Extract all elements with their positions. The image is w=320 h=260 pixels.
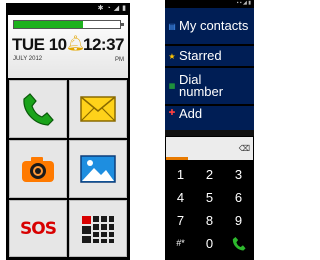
dialer-status-bar xyxy=(165,130,254,136)
menu-item-my-contacts[interactable]: ▤ My contacts xyxy=(165,8,254,44)
call-button[interactable] xyxy=(225,232,252,254)
call-icon xyxy=(232,236,246,250)
wifi-icon: ◔ xyxy=(106,5,111,12)
menu-item-add[interactable]: ✚ Add xyxy=(165,106,254,130)
dial-field-accent xyxy=(166,157,188,160)
date-text: TUE 10 xyxy=(12,35,67,54)
dial-key-8[interactable]: 8 xyxy=(196,209,223,231)
menu-status-bar: ▪ ▪ ◢ ▮ xyxy=(236,0,251,6)
menu-item-label: Add xyxy=(179,106,203,121)
dial-key-9[interactable]: 9 xyxy=(225,209,252,231)
camera-icon xyxy=(22,157,54,182)
backspace-icon[interactable]: ⌫ xyxy=(239,145,250,153)
dial-key-7[interactable]: 7 xyxy=(167,209,194,231)
clock-widget[interactable]: TUE 10 🔔︎ 12:37 JULY 2012 PM xyxy=(8,15,128,78)
battery-level-bar xyxy=(13,20,124,29)
bluetooth-icon: ✱ xyxy=(97,5,104,12)
camera-tile[interactable] xyxy=(9,140,67,198)
all-apps-tile[interactable] xyxy=(69,200,127,257)
dialpad-icon: ▦ xyxy=(168,83,176,90)
dial-key-1[interactable]: 1 xyxy=(167,163,194,185)
menu-item-label: Dial number xyxy=(179,72,224,99)
apps-grid-icon xyxy=(82,215,114,243)
menu-item-dial-number[interactable]: ▦ Dial number xyxy=(165,68,254,104)
battery-fill xyxy=(14,21,83,28)
phone-tile[interactable] xyxy=(9,80,67,138)
sos-tile[interactable]: SOS xyxy=(9,200,67,257)
menu-item-label: My contacts xyxy=(179,18,249,33)
gallery-tile[interactable] xyxy=(69,140,127,198)
envelope-icon xyxy=(80,96,116,122)
month-year-text: JULY 2012 xyxy=(13,56,43,62)
dial-key-0[interactable]: 0 xyxy=(196,232,223,254)
contacts-menu-screen: ▪ ▪ ◢ ▮ ▤ My contacts ★ Starred ▦ Dial n… xyxy=(165,0,254,130)
dial-key-5[interactable]: 5 xyxy=(196,186,223,208)
launcher-screen: ✱ ◔ ◢ ▮ TUE 10 🔔︎ 12:37 JULY 2012 PM SOS xyxy=(6,3,130,260)
messages-tile[interactable] xyxy=(69,80,127,138)
dialed-number-field[interactable]: ⌫ xyxy=(166,137,253,160)
dial-key-6[interactable]: 6 xyxy=(225,186,252,208)
star-icon: ★ xyxy=(168,51,176,61)
add-contact-icon: ✚ xyxy=(168,108,176,117)
time-text: 12:37 xyxy=(83,35,124,54)
contacts-icon: ▤ xyxy=(168,21,176,31)
battery-tip xyxy=(121,23,124,26)
battery-status-icon: ▮ xyxy=(122,5,126,12)
signal-icon: ◢ xyxy=(113,5,120,12)
ampm-text: PM xyxy=(115,57,124,63)
sos-label: SOS xyxy=(20,218,57,239)
phone-icon xyxy=(23,93,54,126)
dial-key-hash-star[interactable]: #* xyxy=(167,232,194,254)
dial-key-3[interactable]: 3 xyxy=(225,163,252,185)
menu-item-label: Starred xyxy=(179,48,222,63)
status-bar: ✱ ◔ ◢ ▮ xyxy=(6,3,130,14)
dialer-screen: ⌫ 1 2 3 4 5 6 7 8 9 #* 0 xyxy=(165,130,254,260)
gallery-icon xyxy=(80,155,116,183)
dial-key-4[interactable]: 4 xyxy=(167,186,194,208)
menu-item-starred[interactable]: ★ Starred xyxy=(165,46,254,66)
dial-key-2[interactable]: 2 xyxy=(196,163,223,185)
